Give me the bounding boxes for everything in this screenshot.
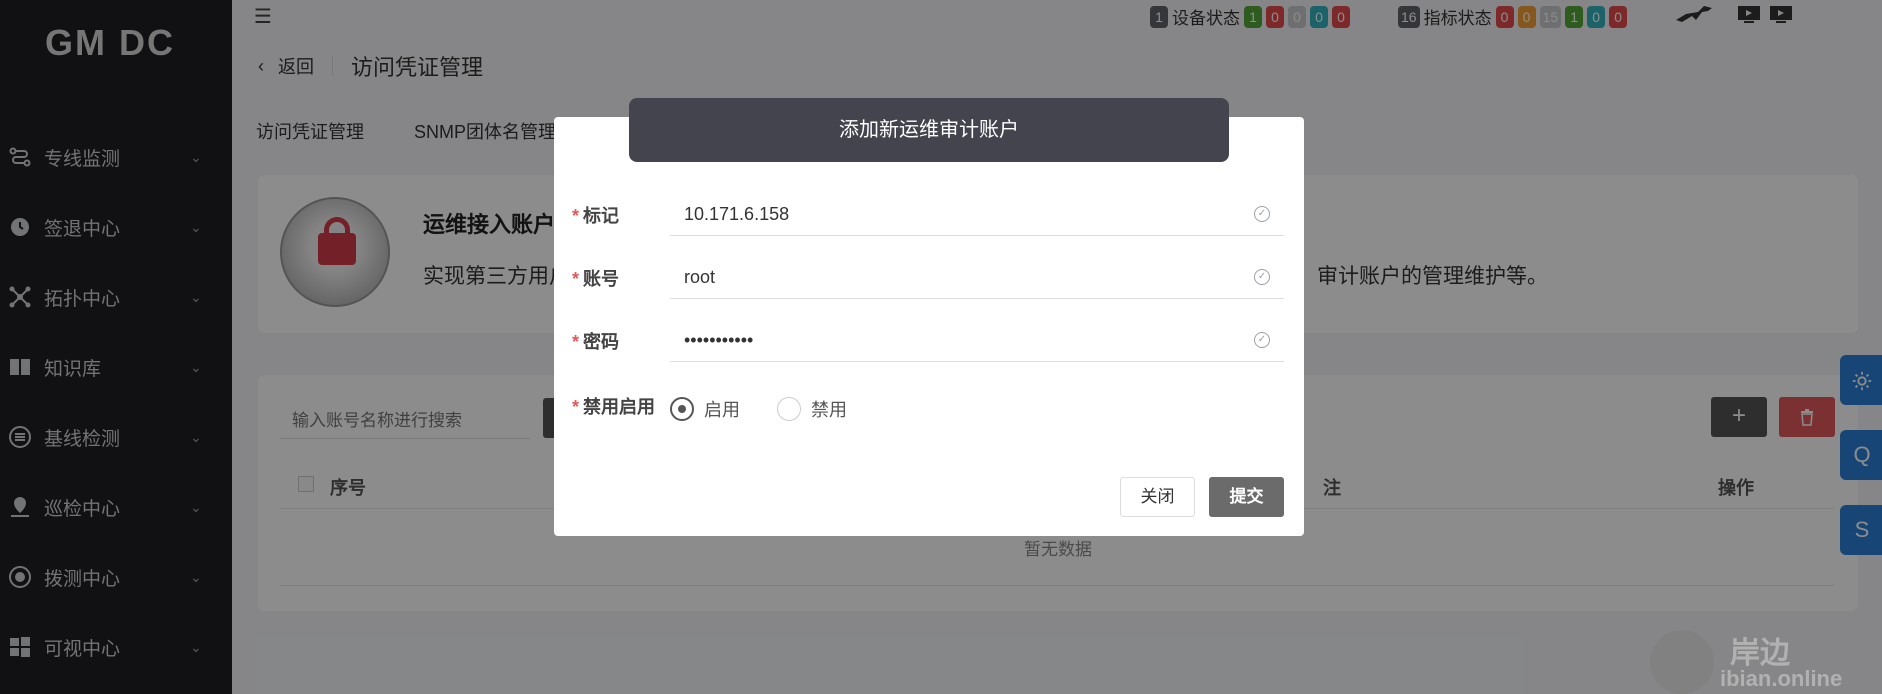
form-row-status: * 禁用启用 [572,393,672,419]
radio-label: 启用 [704,400,740,420]
radio-selected-icon [670,397,694,421]
check-circle-icon: ✓ [1254,332,1270,348]
field-label: * 密码 [572,332,620,352]
radio-unselected-icon [777,397,801,421]
radio-label: 禁用 [811,400,847,420]
tag-field[interactable]: 10.171.6.158 ✓ [670,192,1284,236]
form-row-password: * 密码 [572,328,672,354]
submit-button[interactable]: 提交 [1209,477,1284,517]
field-label: * 账号 [572,269,620,289]
cat-logo-icon [1650,630,1714,694]
tag-value: 10.171.6.158 [684,204,790,224]
check-circle-icon: ✓ [1254,269,1270,285]
radio-disable[interactable]: 禁用 [777,396,847,422]
account-field[interactable]: root ✓ [670,255,1284,299]
check-circle-icon: ✓ [1254,206,1270,222]
field-label: * 禁用启用 [572,397,656,417]
watermark: 岸边 ibian.online [1640,622,1880,694]
close-button[interactable]: 关闭 [1120,477,1195,517]
dialog-title: 添加新运维审计账户 [629,98,1229,162]
password-value: ••••••••••• [684,330,754,350]
account-value: root [684,267,716,287]
field-label: * 标记 [572,206,620,226]
radio-enable[interactable]: 启用 [670,396,740,422]
password-field[interactable]: ••••••••••• ✓ [670,318,1284,362]
form-row-tag: * 标记 [572,202,672,228]
form-row-account: * 账号 [572,265,672,291]
